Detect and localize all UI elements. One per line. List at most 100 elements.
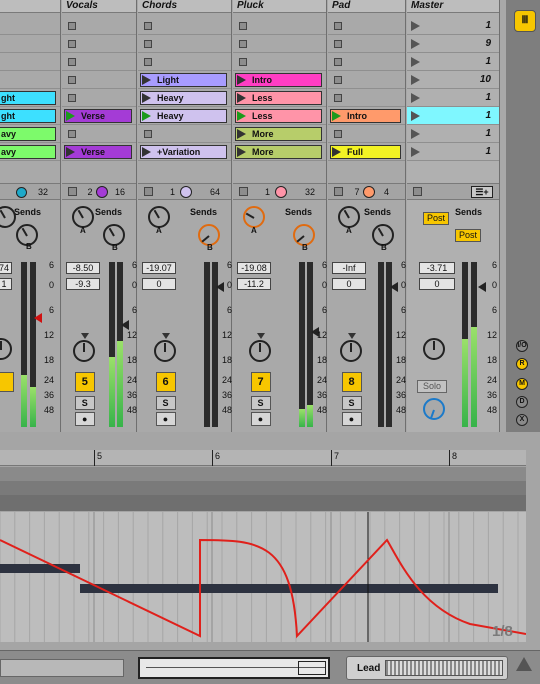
record-arm-button[interactable]: ● (74, 412, 95, 426)
clip-slot[interactable] (0, 53, 60, 71)
pan-knob[interactable] (153, 340, 176, 362)
track-number-badge[interactable] (0, 372, 14, 392)
clip-slot-clip[interactable]: Intro (235, 73, 322, 87)
track-stop-button[interactable] (239, 187, 248, 196)
volume-value[interactable]: -19.07 (142, 262, 176, 274)
clip-slot[interactable] (328, 17, 405, 35)
clip-launch-icon[interactable] (237, 129, 246, 139)
scene-launch-icon[interactable] (411, 111, 420, 121)
clip-slot[interactable] (233, 53, 326, 71)
session-view-toggle-icon[interactable]: Ⅲ (514, 10, 536, 32)
volume-value[interactable]: -Inf (332, 262, 366, 274)
envelope-svg[interactable]: 1/8 (0, 512, 526, 642)
clip-slot[interactable] (233, 35, 326, 53)
clip-launch-icon[interactable] (237, 147, 246, 157)
pan-value[interactable]: 0 (142, 278, 176, 290)
clip-slot[interactable] (62, 125, 136, 143)
scene-launch-icon[interactable] (411, 93, 420, 103)
clip-stop-icon[interactable] (68, 22, 76, 30)
solo-button[interactable]: S (155, 396, 176, 410)
start-lane[interactable] (0, 481, 526, 495)
clip-launch-icon[interactable] (332, 111, 341, 121)
send-a-knob[interactable] (72, 206, 94, 228)
clip-slot[interactable] (0, 35, 60, 53)
clip-slot[interactable] (233, 17, 326, 35)
clip-stop-icon[interactable] (239, 58, 247, 66)
clip-slot[interactable] (138, 35, 231, 53)
clip-slot[interactable] (138, 125, 231, 143)
stop-all-clips-button[interactable] (413, 187, 422, 196)
scene-slot[interactable]: 1 (407, 89, 499, 107)
track-number-badge[interactable]: 6 (155, 372, 176, 392)
track-stop-button[interactable] (68, 187, 77, 196)
scene-launch-icon[interactable] (411, 57, 420, 67)
clip-slot[interactable]: Verse (62, 143, 136, 161)
track-title[interactable]: Vocals (62, 0, 136, 13)
track-title[interactable]: Chords (138, 0, 231, 13)
clip-stop-icon[interactable] (68, 40, 76, 48)
track-stop-button[interactable] (334, 187, 343, 196)
clip-launch-icon[interactable] (142, 147, 151, 157)
marker-lane[interactable] (0, 495, 526, 511)
side-toggle-button[interactable]: M (516, 378, 528, 390)
clip-launch-icon[interactable] (237, 93, 246, 103)
clip-slot[interactable] (0, 71, 60, 89)
clip-slot[interactable] (138, 53, 231, 71)
scene-slot[interactable]: 10 (407, 71, 499, 89)
clip-stop-icon[interactable] (68, 76, 76, 84)
clip-slot-clip[interactable]: Intro (330, 109, 401, 123)
master-title[interactable]: Master (407, 0, 499, 13)
post-b-button[interactable]: Post (455, 229, 481, 242)
cue-volume-knob[interactable] (423, 398, 445, 420)
scene-launch-icon[interactable] (411, 147, 420, 157)
warning-triangle-icon[interactable] (516, 657, 532, 671)
clip-slot[interactable]: More (233, 125, 326, 143)
clip-slot-clip[interactable]: More (235, 127, 322, 141)
clip-launch-icon[interactable] (237, 111, 246, 121)
pan-value[interactable]: -9.3 (66, 278, 100, 290)
track-title[interactable]: Pluck (233, 0, 326, 13)
clip-slot[interactable] (328, 125, 405, 143)
scene-slot[interactable]: 1 (407, 143, 499, 161)
solo-button[interactable]: S (341, 396, 362, 410)
track-number-badge[interactable]: 8 (341, 372, 362, 392)
device-icon[interactable] (180, 186, 193, 198)
volume-value[interactable]: 74 (0, 262, 12, 274)
master-pan-knob[interactable] (423, 338, 445, 360)
clip-slot-clip[interactable]: Less (235, 91, 322, 105)
record-arm-button[interactable]: ● (155, 412, 176, 426)
clip-stop-icon[interactable] (68, 94, 76, 102)
clip-slot[interactable]: Verse (62, 107, 136, 125)
clip-slot-clip[interactable]: ght (0, 109, 56, 123)
clip-slot-clip[interactable]: More (235, 145, 322, 159)
clip-stop-icon[interactable] (68, 130, 76, 138)
current-track-box[interactable]: Lead (346, 656, 508, 680)
pan-value[interactable]: 1 (0, 278, 12, 290)
send-a-knob[interactable] (148, 206, 170, 228)
clip-stop-icon[interactable] (334, 130, 342, 138)
pan-knob[interactable] (248, 340, 271, 362)
scene-slot[interactable]: 1 (407, 107, 499, 125)
scene-slot[interactable]: 9 (407, 35, 499, 53)
clip-slot-clip[interactable]: Heavy (140, 91, 227, 105)
clip-slot[interactable] (328, 71, 405, 89)
track-number-badge[interactable]: 5 (74, 372, 95, 392)
pan-value[interactable]: -11.2 (237, 278, 271, 290)
pan-knob[interactable] (72, 340, 95, 362)
clip-stop-icon[interactable] (334, 76, 342, 84)
clip-stop-icon[interactable] (144, 130, 152, 138)
scene-slot[interactable]: 1 (407, 53, 499, 71)
track-stop-button[interactable] (144, 187, 153, 196)
clip-slot[interactable]: Intro (233, 71, 326, 89)
clip-slot[interactable]: ght (0, 89, 60, 107)
clip-launch-icon[interactable] (142, 75, 151, 85)
clip-slot-clip[interactable]: Heavy (140, 109, 227, 123)
clip-slot[interactable]: avy (0, 125, 60, 143)
clip-launch-icon[interactable] (237, 75, 246, 85)
clip-stop-icon[interactable] (239, 40, 247, 48)
clip-stop-icon[interactable] (239, 22, 247, 30)
clip-slot[interactable]: Intro (328, 107, 405, 125)
clip-stop-icon[interactable] (334, 94, 342, 102)
pan-value[interactable]: 0 (332, 278, 366, 290)
clip-slot-clip[interactable]: +Variation (140, 145, 227, 159)
